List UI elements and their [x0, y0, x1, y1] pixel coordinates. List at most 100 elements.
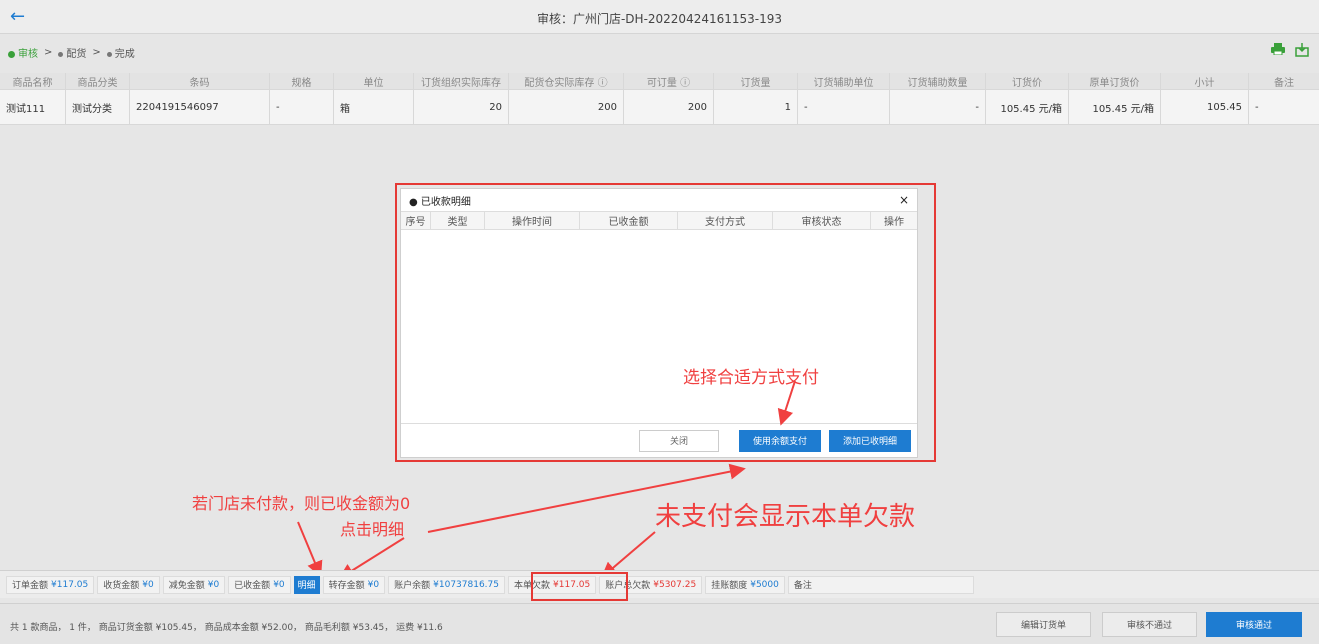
- column-header: 备注: [1274, 77, 1294, 89]
- discount-amount-label: 减免金额: [168, 581, 205, 591]
- column-header: 条码: [130, 73, 270, 89]
- order-amount-value: ¥117.05: [51, 579, 89, 590]
- total-arrears-value: ¥5307.25: [653, 579, 697, 590]
- product-table: 商品名称 商品分类 条码 规格 单位 订货组织实际库存 配货仓实际库存 ⓘ 可订…: [0, 73, 1319, 125]
- close-icon[interactable]: ×: [899, 193, 909, 207]
- add-received-detail-button[interactable]: 添加已收明细: [829, 429, 911, 452]
- step-review-label: 审核: [18, 49, 38, 60]
- column-header: 审核状态: [773, 212, 871, 229]
- annotation-click-detail: 点击明细: [340, 520, 405, 539]
- step-review: 审核: [8, 45, 38, 60]
- amount-summary-bar: 订单金额 ¥117.05 收货金额 ¥0 减免金额 ¥0 已收金额 ¥0 明细 转存金额…: [0, 570, 1319, 598]
- column-header: 订货价: [986, 73, 1069, 89]
- arrears-highlight-box: [531, 572, 628, 601]
- column-header: 商品名称: [0, 73, 66, 89]
- column-header: 已收金额: [580, 212, 678, 229]
- export-icon[interactable]: [1295, 43, 1309, 57]
- received-amount-chip: 收货金额 ¥0: [97, 575, 160, 594]
- column-header: 操作: [884, 217, 904, 228]
- step-dot-icon: [58, 51, 64, 57]
- table-cell: -: [798, 90, 890, 124]
- step-active-dot-icon: [8, 50, 15, 58]
- discount-amount-value: ¥0: [207, 579, 220, 590]
- account-balance-value: ¥10737816.75: [433, 579, 499, 590]
- table-cell: 20: [414, 90, 509, 124]
- arrow-to-arrears: [600, 531, 656, 579]
- remark-label: 备注: [793, 581, 812, 591]
- column-header: 小计: [1161, 73, 1249, 89]
- step-complete: 完成: [106, 45, 135, 60]
- step-picking-label: 配货: [66, 49, 87, 60]
- discount-amount-chip: 减免金额 ¥0: [162, 575, 226, 594]
- table-cell: 105.45: [1161, 90, 1249, 124]
- column-header: 序号: [401, 212, 431, 229]
- edit-order-button[interactable]: 编辑订货单: [996, 612, 1091, 637]
- credit-limit-chip: 挂账额度 ¥5000: [705, 575, 785, 594]
- table-cell: -: [270, 90, 334, 124]
- paid-amount-chip: 已收金额 ¥0: [228, 575, 291, 594]
- table-cell: 1: [714, 90, 798, 124]
- column-header: 原单订货价: [1069, 73, 1161, 89]
- transfer-amount-label: 转存金额: [328, 581, 365, 591]
- reject-review-button[interactable]: 审核不通过: [1102, 612, 1197, 637]
- step-separator: >: [44, 47, 53, 58]
- transfer-amount-chip: 转存金额 ¥0: [322, 575, 386, 594]
- column-header: 订货量: [714, 73, 798, 89]
- annotation-unpaid: 若门店未付款，则已收金额为0: [192, 494, 411, 513]
- column-header: 支付方式: [678, 212, 773, 229]
- arrow-to-paid-amount: [297, 521, 323, 578]
- table-cell: 箱: [334, 90, 414, 124]
- table-cell: 200: [624, 90, 714, 124]
- table-cell: -: [890, 90, 986, 124]
- use-balance-pay-button[interactable]: 使用余额支付: [739, 429, 821, 452]
- credit-limit-value: ¥5000: [750, 579, 779, 590]
- toolbar-icons: [1271, 43, 1309, 57]
- column-header: 操作时间: [485, 212, 580, 229]
- table-cell: 200: [509, 90, 624, 124]
- column-header: 可订量 ⓘ: [624, 73, 714, 89]
- modal-table-header: 序号 类型 操作时间 已收金额 支付方式 审核状态 操作: [401, 211, 917, 230]
- column-header: 订货组织实际库存: [414, 73, 509, 89]
- paid-amount-label: 已收金额: [234, 581, 271, 591]
- modal-close-button[interactable]: 关闭: [639, 429, 719, 452]
- order-amount-label: 订单金额: [12, 581, 49, 591]
- credit-limit-label: 挂账额度: [711, 581, 748, 591]
- transfer-amount-value: ¥0: [367, 579, 380, 590]
- received-payments-modal: ● 已收款明细 × 序号 类型 操作时间 已收金额 支付方式 审核状态 操作 关…: [400, 188, 918, 458]
- table-row[interactable]: 测试111 测试分类 2204191546097 - 箱 20 200 200 …: [0, 90, 1319, 125]
- order-amount-chip: 订单金额 ¥117.05: [6, 575, 95, 594]
- received-amount-value: ¥0: [142, 579, 154, 590]
- column-header: 类型: [431, 212, 485, 229]
- table-header: 商品名称 商品分类 条码 规格 单位 订货组织实际库存 配货仓实际库存 ⓘ 可订…: [0, 73, 1319, 90]
- column-header: 订货辅助单位: [798, 73, 890, 89]
- column-header: 订货辅助数量: [890, 73, 986, 89]
- step-complete-label: 完成: [114, 49, 135, 60]
- print-icon[interactable]: [1271, 43, 1285, 56]
- annotation-arrears: 未支付会显示本单欠款: [655, 502, 916, 532]
- table-cell: -: [1255, 101, 1259, 113]
- column-header: 配货仓实际库存 ⓘ: [509, 73, 624, 89]
- modal-header: ● 已收款明细 ×: [401, 189, 917, 211]
- remark-field[interactable]: 备注: [787, 575, 974, 594]
- table-cell: 2204191546097: [130, 90, 270, 124]
- step-separator: >: [92, 47, 101, 58]
- top-bar: ← 审核：广州门店-DH-20220424161153-193: [0, 0, 1319, 34]
- step-picking: 配货: [58, 45, 86, 60]
- step-dot-icon: [106, 51, 112, 57]
- detail-button[interactable]: 明细: [293, 575, 320, 594]
- table-cell: 测试分类: [66, 90, 130, 124]
- page: ← 审核：广州门店-DH-20220424161153-193 审核 > 配货 …: [0, 0, 1319, 644]
- modal-footer: 关闭 使用余额支付 添加已收明细: [401, 423, 917, 457]
- paid-amount-value: ¥0: [273, 579, 285, 590]
- table-cell: 105.45 元/箱: [986, 90, 1069, 124]
- progress-steps: 审核 > 配货 > 完成: [8, 45, 135, 60]
- modal-title: ● 已收款明细: [409, 196, 471, 208]
- column-header: 规格: [270, 73, 334, 89]
- table-cell: 测试111: [0, 90, 66, 124]
- page-title: 审核：广州门店-DH-20220424161153-193: [536, 12, 783, 26]
- annotation-choose-payment: 选择合适方式支付: [683, 368, 819, 388]
- account-balance-chip: 账户余额 ¥10737816.75: [388, 575, 505, 594]
- footer-bar: 共 1 款商品， 1 件， 商品订货金额 ¥105.45， 商品成本金额 ¥52…: [0, 603, 1319, 644]
- approve-review-button[interactable]: 审核通过: [1206, 612, 1302, 637]
- table-cell: 105.45 元/箱: [1069, 90, 1161, 124]
